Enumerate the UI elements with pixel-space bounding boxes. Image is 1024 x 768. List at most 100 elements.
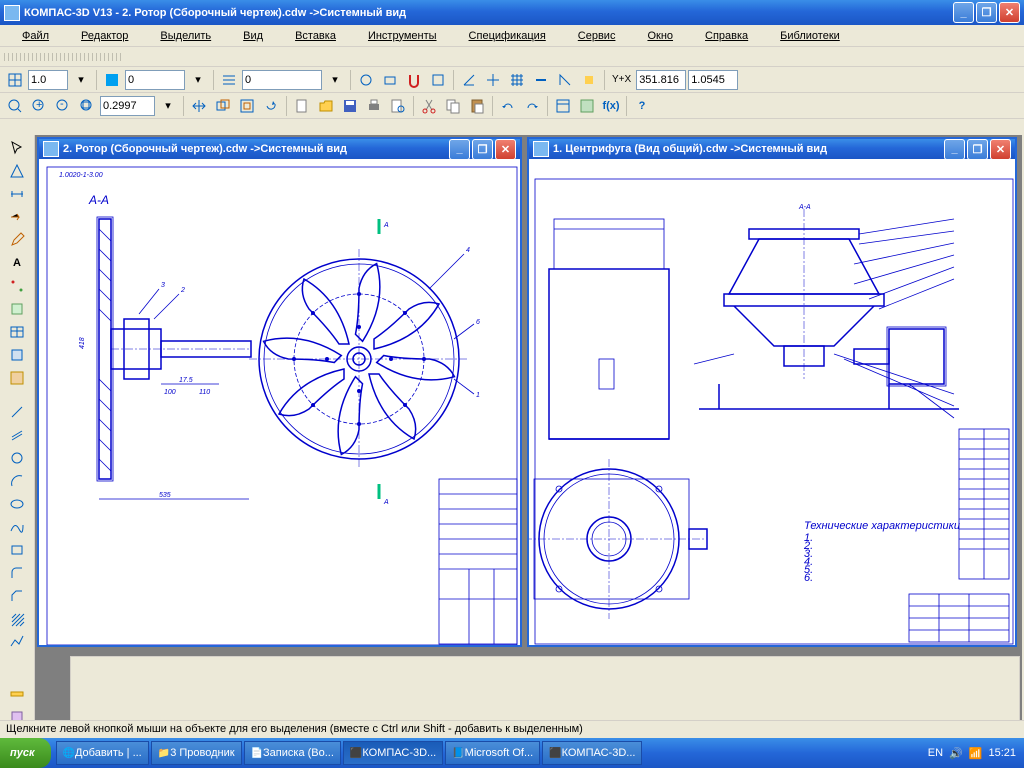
variables-button[interactable]: f(x) — [600, 95, 622, 117]
zoom-in-button[interactable]: + — [28, 95, 50, 117]
properties-button[interactable] — [552, 95, 574, 117]
close-button[interactable]: ✕ — [999, 2, 1020, 23]
maximize-button[interactable]: ❐ — [976, 2, 997, 23]
zoom-fit-button[interactable] — [76, 95, 98, 117]
menu-libs[interactable]: Библиотеки — [764, 27, 856, 45]
rect-tool[interactable] — [6, 539, 28, 561]
tree-button[interactable] — [576, 95, 598, 117]
menu-select[interactable]: Выделить — [144, 27, 227, 45]
menu-tools[interactable]: Инструменты — [352, 27, 453, 45]
menu-insert[interactable]: Вставка — [279, 27, 352, 45]
line-tool[interactable] — [6, 401, 28, 423]
zoom-dropdown-button[interactable]: ▾ — [157, 95, 179, 117]
doc2-maximize-button[interactable]: ❐ — [967, 139, 988, 160]
doc1-close-button[interactable]: ✕ — [495, 139, 516, 160]
volume-icon[interactable]: 🔊 — [949, 747, 963, 760]
task-item[interactable]: 📘 Microsoft Of... — [445, 741, 540, 765]
local-cs-button[interactable] — [554, 69, 576, 91]
view-button[interactable] — [379, 69, 401, 91]
paste-button[interactable] — [466, 95, 488, 117]
build-tool[interactable] — [6, 298, 28, 320]
chamfer-tool[interactable] — [6, 585, 28, 607]
table-tool[interactable] — [6, 321, 28, 343]
refresh-button[interactable] — [260, 95, 282, 117]
tool-button-a[interactable] — [427, 69, 449, 91]
dimension-tool[interactable] — [6, 183, 28, 205]
select-tool[interactable] — [6, 137, 28, 159]
doc1-canvas[interactable]: 1.0020-1-3.00 А-А — [39, 159, 520, 645]
tool-button-f[interactable] — [578, 69, 600, 91]
lineweight-dropdown-button[interactable]: ▾ — [70, 69, 92, 91]
ortho-button[interactable] — [482, 69, 504, 91]
zoom-all-button[interactable] — [236, 95, 258, 117]
task-item[interactable]: 🌐 Добавить | ... — [56, 741, 149, 765]
copy-button[interactable] — [442, 95, 464, 117]
save-button[interactable] — [339, 95, 361, 117]
toggle-grid-button[interactable] — [4, 69, 26, 91]
new-button[interactable] — [291, 95, 313, 117]
system-tray[interactable]: EN 🔊 📶 15:21 — [920, 747, 1024, 760]
property-panel[interactable] — [70, 656, 1020, 726]
geometry-tool[interactable] — [6, 160, 28, 182]
toolbar-grip[interactable] — [4, 53, 124, 61]
designate-tool[interactable] — [6, 206, 28, 228]
doc2-canvas[interactable]: А-А — [529, 159, 1015, 645]
zoom-input[interactable] — [100, 96, 155, 116]
menu-service[interactable]: Сервис — [562, 27, 632, 45]
parallel-line-tool[interactable] — [6, 424, 28, 446]
hatch-tool[interactable] — [6, 344, 28, 366]
layer-input[interactable] — [125, 70, 185, 90]
open-button[interactable] — [315, 95, 337, 117]
help-button[interactable]: ? — [631, 95, 653, 117]
cut-button[interactable] — [418, 95, 440, 117]
layer-dropdown-button[interactable]: ▾ — [187, 69, 209, 91]
circle-tool[interactable] — [6, 447, 28, 469]
coord-y-input[interactable] — [688, 70, 738, 90]
doc2-minimize-button[interactable]: _ — [944, 139, 965, 160]
undo-button[interactable] — [497, 95, 519, 117]
lineweight-input[interactable] — [28, 70, 68, 90]
point-tool[interactable] — [6, 275, 28, 297]
doc1-maximize-button[interactable]: ❐ — [472, 139, 493, 160]
magnet-snap-button[interactable] — [403, 69, 425, 91]
zoom-previous-button[interactable] — [212, 95, 234, 117]
doc2-close-button[interactable]: ✕ — [990, 139, 1011, 160]
spline-tool[interactable] — [6, 516, 28, 538]
zoom-window-button[interactable] — [4, 95, 26, 117]
zoom-out-button[interactable]: - — [52, 95, 74, 117]
fillet-tool[interactable] — [6, 562, 28, 584]
grid-display-button[interactable] — [506, 69, 528, 91]
menu-file[interactable]: Файл — [6, 27, 65, 45]
task-item[interactable]: 📁 3 Проводник — [151, 741, 242, 765]
menu-help[interactable]: Справка — [689, 27, 764, 45]
task-item[interactable]: 📄 Записка (Во... — [244, 741, 341, 765]
coord-x-input[interactable] — [636, 70, 686, 90]
network-icon[interactable]: 📶 — [969, 747, 983, 760]
preview-button[interactable] — [387, 95, 409, 117]
angle-snap-button[interactable] — [458, 69, 480, 91]
start-button[interactable]: пуск — [0, 738, 51, 768]
redo-button[interactable] — [521, 95, 543, 117]
menu-editor[interactable]: Редактор — [65, 27, 144, 45]
polyline-tool[interactable] — [6, 631, 28, 653]
minimize-button[interactable]: _ — [953, 2, 974, 23]
menu-window[interactable]: Окно — [631, 27, 689, 45]
layer-color-button[interactable] — [101, 69, 123, 91]
arc-tool[interactable] — [6, 470, 28, 492]
print-button[interactable] — [363, 95, 385, 117]
ellipse-tool[interactable] — [6, 493, 28, 515]
text-tool[interactable]: A — [6, 252, 28, 274]
tray-lang[interactable]: EN — [928, 747, 943, 759]
task-item[interactable]: ⬛ КОМПАС-3D... — [343, 741, 443, 765]
hatch2-tool[interactable] — [6, 608, 28, 630]
measure-tool[interactable] — [6, 683, 28, 705]
orient-button[interactable] — [355, 69, 377, 91]
task-item[interactable]: ⬛ КОМПАС-3D... — [542, 741, 642, 765]
doc1-minimize-button[interactable]: _ — [449, 139, 470, 160]
pan-button[interactable] — [188, 95, 210, 117]
menu-spec[interactable]: Спецификация — [453, 27, 562, 45]
dim-rounding-button[interactable] — [530, 69, 552, 91]
linetype-button[interactable] — [218, 69, 240, 91]
menu-view[interactable]: Вид — [227, 27, 279, 45]
combo3-dropdown-button[interactable]: ▾ — [324, 69, 346, 91]
